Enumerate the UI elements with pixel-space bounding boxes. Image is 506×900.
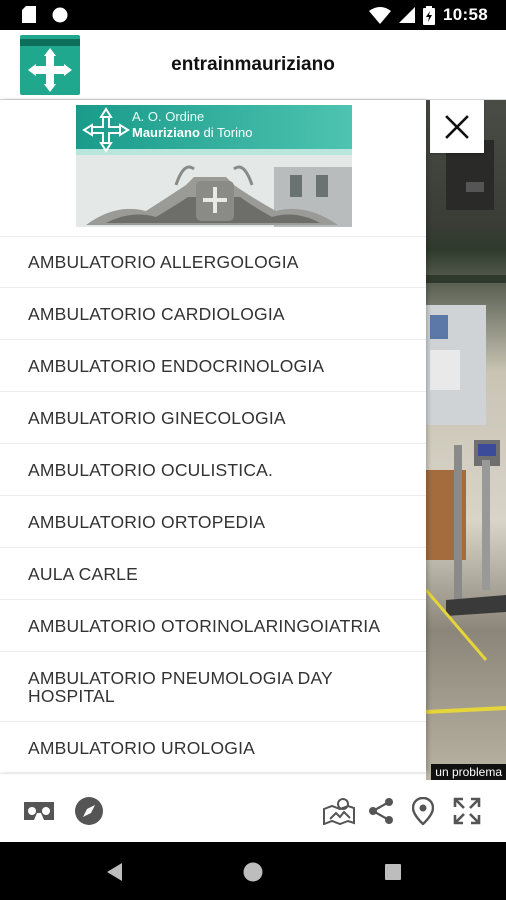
report-problem-label[interactable]: un problema bbox=[431, 764, 506, 780]
list-item-label: AMBULATORIO OTORINOLARINGOIATRIA bbox=[28, 615, 381, 636]
list-item[interactable]: AMBULATORIO ALLERGOLOGIA bbox=[0, 236, 426, 288]
recents-square-icon bbox=[385, 864, 401, 880]
location-button[interactable] bbox=[406, 796, 440, 826]
fullscreen-button[interactable] bbox=[450, 796, 484, 826]
location-pin-icon bbox=[412, 797, 434, 825]
notification-dot-icon bbox=[52, 7, 68, 22]
recents-button[interactable] bbox=[381, 860, 405, 884]
list-item-label: AMBULATORIO ORTOPEDIA bbox=[28, 511, 266, 532]
compass-icon bbox=[75, 797, 103, 825]
hospital-logo-banner: A. O. Ordine Mauriziano di Torino bbox=[76, 105, 352, 227]
list-item[interactable]: AMBULATORIO OTORINOLARINGOIATRIA bbox=[0, 600, 426, 652]
vr-headset-button[interactable] bbox=[22, 796, 56, 826]
signal-icon bbox=[399, 7, 416, 23]
panorama-scene bbox=[426, 140, 506, 714]
system-navigation-bar bbox=[0, 842, 506, 900]
map-button[interactable] bbox=[322, 796, 356, 826]
fullscreen-icon bbox=[453, 797, 481, 825]
app-bar: entrainmauriziano bbox=[0, 30, 506, 100]
app-title: entrainmauriziano bbox=[171, 54, 335, 75]
list-item-label: AMBULATORIO OCULISTICA. bbox=[28, 459, 274, 480]
wifi-icon bbox=[369, 6, 392, 24]
list-item-label: AMBULATORIO GINECOLOGIA bbox=[28, 407, 286, 428]
map-icon bbox=[323, 798, 355, 825]
close-icon bbox=[445, 114, 469, 139]
list-item-label: AMBULATORIO PNEUMOLOGIA DAY HOSPITAL bbox=[28, 667, 333, 706]
coat-of-arms-sculpture bbox=[76, 155, 352, 227]
list-item[interactable]: AULA CARLE bbox=[0, 548, 426, 600]
list-item[interactable]: AMBULATORIO OCULISTICA. bbox=[0, 444, 426, 496]
share-icon bbox=[369, 798, 393, 824]
list-item[interactable]: AMBULATORIO UROLOGIA bbox=[0, 722, 426, 774]
battery-icon bbox=[423, 5, 436, 25]
list-item[interactable]: AMBULATORIO PNEUMOLOGIA DAY HOSPITAL bbox=[0, 652, 426, 722]
status-bar: 10:58 bbox=[0, 0, 506, 30]
logo-line2-rest: di Torino bbox=[199, 125, 253, 140]
status-time: 10:58 bbox=[443, 5, 488, 24]
home-button[interactable] bbox=[241, 860, 265, 884]
navigation-drawer: A. O. Ordine Mauriziano di Torino AMBULA… bbox=[0, 100, 426, 774]
ward-list: AMBULATORIO ALLERGOLOGIA AMBULATORIO CAR… bbox=[0, 236, 426, 774]
list-item-label: AMBULATORIO ALLERGOLOGIA bbox=[28, 252, 299, 272]
list-item[interactable]: AMBULATORIO ENDOCRINOLOGIA bbox=[0, 340, 426, 392]
logo-cross-icon bbox=[82, 107, 130, 153]
list-item[interactable]: AMBULATORIO CARDIOLOGIA bbox=[0, 288, 426, 340]
logo-line1: A. O. Ordine bbox=[132, 109, 205, 124]
list-item-label: AULA CARLE bbox=[28, 563, 138, 584]
panorama-view[interactable]: un problema bbox=[426, 100, 506, 780]
list-item-label: AMBULATORIO CARDIOLOGIA bbox=[28, 303, 285, 324]
compass-button[interactable] bbox=[72, 796, 106, 826]
share-button[interactable] bbox=[364, 796, 398, 826]
logo-line2-bold: Mauriziano bbox=[132, 125, 200, 140]
vr-headset-icon bbox=[24, 802, 54, 820]
list-item-label: AMBULATORIO ENDOCRINOLOGIA bbox=[28, 355, 325, 376]
sd-card-icon bbox=[22, 6, 36, 23]
back-button[interactable] bbox=[103, 860, 127, 884]
list-item[interactable]: AMBULATORIO ORTOPEDIA bbox=[0, 496, 426, 548]
list-item-label: AMBULATORIO UROLOGIA bbox=[28, 737, 256, 758]
list-item[interactable]: AMBULATORIO GINECOLOGIA bbox=[0, 392, 426, 444]
logo-line2: Mauriziano di Torino bbox=[132, 125, 252, 140]
panorama-toolbar bbox=[0, 780, 506, 842]
home-circle-icon bbox=[243, 862, 263, 882]
back-triangle-icon bbox=[107, 863, 122, 881]
close-button[interactable] bbox=[430, 100, 484, 153]
